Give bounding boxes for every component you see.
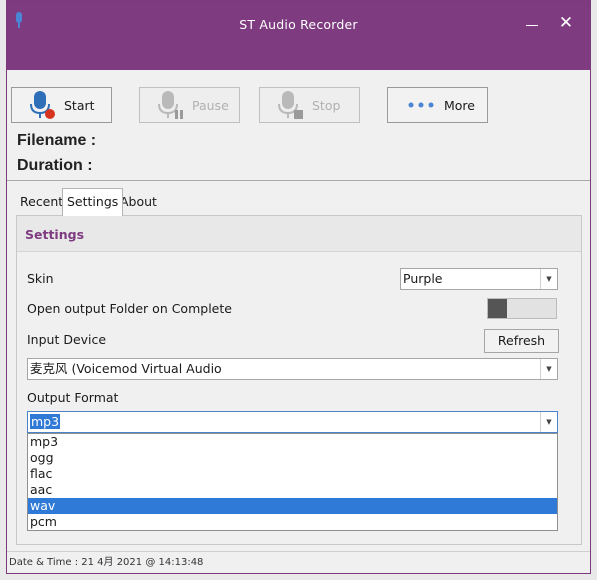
datetime-status: Date & Time : 21 4月 2021 @ 14:13:48 — [9, 557, 204, 568]
tab-recent[interactable]: Recent — [16, 189, 67, 215]
input-device-label: Input Device — [27, 332, 107, 347]
status-bar: Date & Time : 21 4月 2021 @ 14:13:48 — [7, 551, 590, 573]
stop-label: Stop — [312, 97, 341, 113]
input-device-select[interactable]: 麦克风 (Voicemod Virtual Audio ▼ — [27, 358, 558, 380]
toggle-knob[interactable] — [488, 299, 507, 318]
ellipsis-icon — [408, 102, 434, 108]
microphone-record-icon — [30, 91, 55, 119]
format-option[interactable]: flac — [28, 466, 557, 482]
format-option-highlighted[interactable]: wav — [28, 498, 557, 514]
skin-value: Purple — [403, 271, 443, 286]
microphone-stop-icon — [278, 91, 303, 119]
output-format-select[interactable]: mp3 ▼ — [27, 411, 558, 433]
window-title: ST Audio Recorder — [239, 17, 358, 32]
format-option[interactable]: pcm — [28, 514, 557, 530]
more-label: More — [444, 97, 475, 113]
output-format-label: Output Format — [27, 390, 119, 405]
output-format-dropdown: mp3 ogg flac aac wav pcm — [27, 433, 558, 531]
format-option[interactable]: aac — [28, 482, 557, 498]
skin-label: Skin — [27, 271, 54, 286]
chevron-down-icon[interactable]: ▼ — [540, 412, 557, 432]
more-button[interactable]: More — [387, 87, 488, 123]
app-window: ST Audio Recorder ✕ Start Pause Stop Mor… — [6, 0, 591, 574]
chevron-down-icon[interactable]: ▼ — [540, 269, 557, 289]
divider — [7, 180, 590, 181]
input-device-value: 麦克风 (Voicemod Virtual Audio — [30, 361, 222, 376]
output-format-value: mp3 — [30, 414, 61, 429]
pause-button[interactable]: Pause — [139, 87, 240, 123]
duration-label: Duration : — [17, 157, 93, 174]
pause-label: Pause — [192, 97, 229, 113]
tab-settings[interactable]: Settings — [62, 188, 124, 216]
refresh-button[interactable]: Refresh — [484, 329, 559, 353]
start-label: Start — [64, 97, 95, 113]
format-option[interactable]: ogg — [28, 450, 557, 466]
stop-button[interactable]: Stop — [259, 87, 360, 123]
close-button[interactable]: ✕ — [555, 11, 577, 35]
settings-title: Settings — [25, 227, 85, 242]
open-folder-label: Open output Folder on Complete — [27, 301, 232, 316]
settings-header: Settings — [17, 216, 581, 252]
title-bar: ST Audio Recorder ✕ — [7, 1, 590, 70]
filename-label: Filename : — [17, 132, 97, 149]
skin-select[interactable]: Purple ▼ — [400, 268, 558, 290]
start-button[interactable]: Start — [11, 87, 112, 123]
minimize-button[interactable] — [523, 13, 541, 35]
microphone-pause-icon — [158, 91, 183, 119]
open-folder-toggle[interactable] — [487, 298, 557, 319]
chevron-down-icon[interactable]: ▼ — [540, 359, 557, 379]
format-option[interactable]: mp3 — [28, 434, 557, 450]
